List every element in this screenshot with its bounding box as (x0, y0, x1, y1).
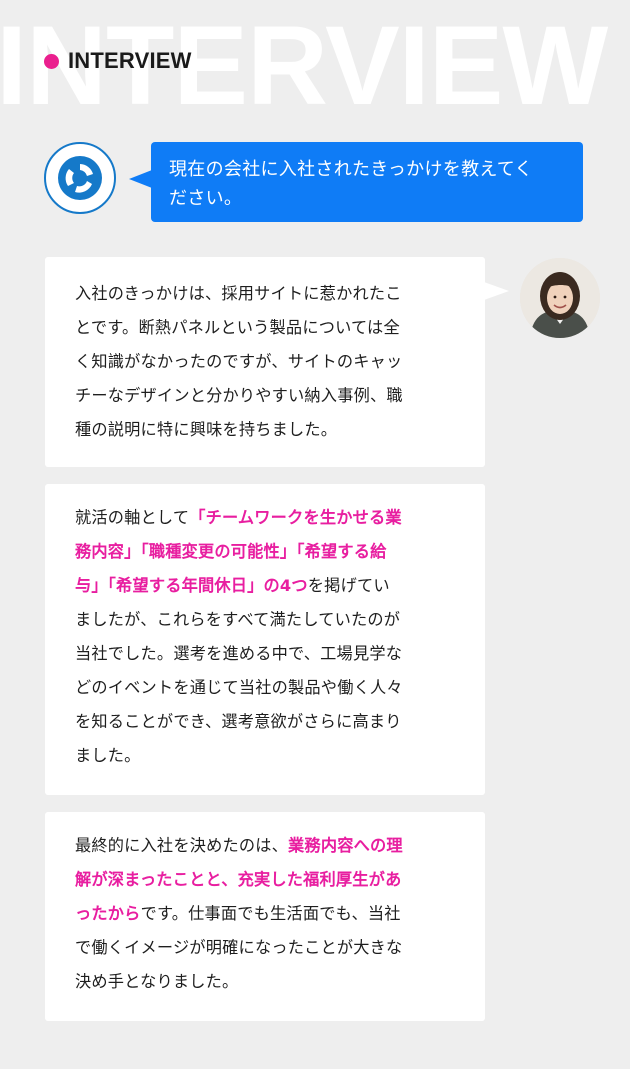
answer-text: を掲げてい (307, 576, 390, 595)
answer-line: ましたが、これらをすべて満たしていたのが (75, 603, 455, 637)
answer-line: 務内容」「職種変更の可能性」「希望する給 (75, 535, 455, 569)
interviewee-photo (520, 258, 600, 338)
answer-text: どのイベントを通じて当社の製品や働く人々 (75, 678, 403, 697)
answer-text: ましたが、これらをすべて満たしていたのが (75, 610, 401, 629)
answer-line: 解が深まったことと、充実した福利厚生があ (75, 863, 455, 897)
answer-line: 最終的に入社を決めたのは、業務内容への理 (75, 829, 455, 863)
answer-line: 種の説明に特に興味を持ちました。 (75, 413, 455, 447)
question-bubble: 現在の会社に入社されたきっかけを教えてく ださい。 (129, 142, 583, 222)
question-line: 現在の会社に入社されたきっかけを教えてく (169, 159, 533, 180)
section-dot-icon (44, 53, 59, 69)
company-logo-icon (44, 142, 116, 214)
answer-line: を知ることができ、選考意欲がさらに高まり (75, 705, 455, 739)
question-line: ださい。 (169, 188, 243, 209)
answer-line: 就活の軸として「チームワークを生かせる業 (75, 501, 455, 535)
answer-text: 当社でした。選考を進める中で、工場見学な (75, 644, 403, 663)
answer-line: く知識がなかったのですが、サイトのキャッ (75, 345, 455, 379)
answer-text: で働くイメージが明確になったことが大きな (75, 938, 403, 957)
answer-line: で働くイメージが明確になったことが大きな (75, 931, 455, 965)
answer-line: 入社のきっかけは、採用サイトに惹かれたこ (75, 277, 455, 311)
answer-text: です。仕事面でも生活面でも、当社 (140, 904, 401, 923)
answer-text: く知識がなかったのですが、サイトのキャッ (75, 352, 403, 371)
answer-text: 就活の軸として (75, 508, 190, 527)
answer-card: 入社のきっかけは、採用サイトに惹かれたこ とです。断熱パネルという製品については全… (45, 257, 509, 467)
answer-highlight-text: ったから (75, 904, 141, 923)
answer-text: とです。断熱パネルという製品については全 (75, 318, 400, 337)
answer-line: ったからです。仕事面でも生活面でも、当社 (75, 897, 455, 931)
answer-highlight-text: 解が深まったことと、充実した福利厚生があ (75, 870, 402, 889)
answer-highlight-text: 務内容」「職種変更の可能性」「希望する給 (75, 542, 387, 561)
answer-text: ました。 (75, 746, 141, 765)
answer-text: 種の説明に特に興味を持ちました。 (75, 420, 338, 439)
answer-text: 最終的に入社を決めたのは、 (75, 836, 289, 855)
answer-highlight-text: 「チームワークを生かせる業 (189, 508, 402, 527)
answer-highlight-text: 業務内容への理 (288, 836, 403, 855)
answer-line: ました。 (75, 739, 455, 773)
answer-line: 決め手となりました。 (75, 965, 455, 999)
section-title: INTERVIEW (68, 48, 192, 73)
answer-highlight-text: 与」「希望する年間休日」の4つ (75, 576, 308, 595)
answer-card: 最終的に入社を決めたのは、業務内容への理解が深まったことと、充実した福利厚生があ… (45, 812, 485, 1021)
section-header: INTERVIEW (44, 48, 192, 74)
answer-line: どのイベントを通じて当社の製品や働く人々 (75, 671, 455, 705)
answer-line: とです。断熱パネルという製品については全 (75, 311, 455, 345)
answer-text: 入社のきっかけは、採用サイトに惹かれたこ (75, 284, 402, 303)
answer-text: を知ることができ、選考意欲がさらに高まり (75, 712, 402, 731)
answer-text: 決め手となりました。 (75, 972, 239, 991)
answer-line: 当社でした。選考を進める中で、工場見学な (75, 637, 455, 671)
answer-card: 就活の軸として「チームワークを生かせる業務内容」「職種変更の可能性」「希望する給… (45, 484, 485, 795)
answer-text: チーなデザインと分かりやすい納入事例、職 (75, 386, 403, 405)
answer-line: チーなデザインと分かりやすい納入事例、職 (75, 379, 455, 413)
answer-line: 与」「希望する年間休日」の4つを掲げてい (75, 569, 455, 603)
